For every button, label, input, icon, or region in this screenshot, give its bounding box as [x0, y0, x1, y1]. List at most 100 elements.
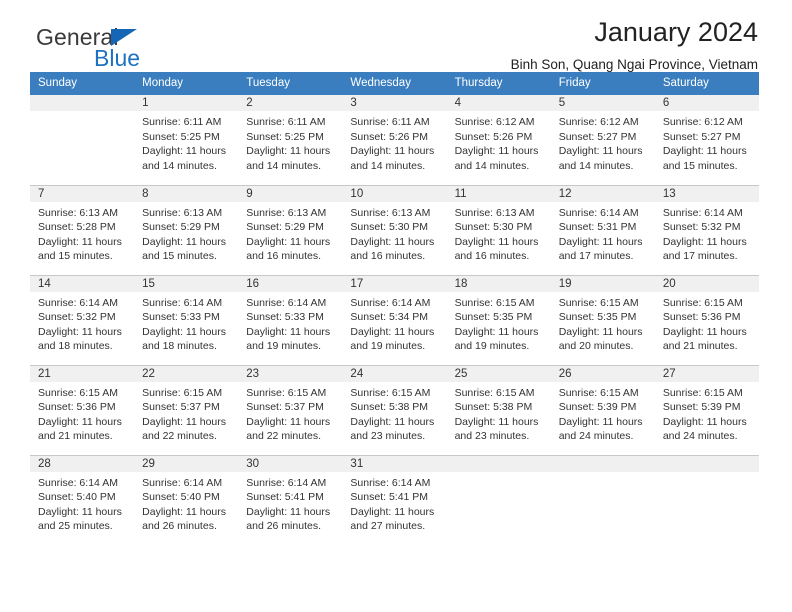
calendar-day-cell[interactable]: 19 Sunrise: 6:15 AM Sunset: 5:35 PM Dayligh…	[550, 275, 655, 366]
day-number: 20	[654, 275, 759, 292]
day-details: Sunrise: 6:15 AM Sunset: 5:36 PM Daylight:…	[655, 292, 759, 354]
daylight-duration-line1: Daylight: 11 hours	[350, 235, 435, 248]
sunset-time: Sunset: 5:41 PM	[350, 491, 429, 503]
calendar-day-cell[interactable]: 8 Sunrise: 6:13 AM Sunset: 5:29 PM Daylight…	[134, 185, 239, 276]
daylight-duration-line2: and 25 minutes.	[38, 520, 113, 532]
sunset-time: Sunset: 5:36 PM	[38, 401, 116, 413]
day-details: Sunrise: 6:14 AM Sunset: 5:33 PM Daylight:…	[238, 292, 342, 354]
calendar-day-cell[interactable]: 7 Sunrise: 6:13 AM Sunset: 5:28 PM Daylight…	[30, 185, 135, 276]
sunset-time: Sunset: 5:36 PM	[662, 311, 741, 323]
calendar-day-cell[interactable]: 13 Sunrise: 6:14 AM Sunset: 5:32 PM Dayligh…	[654, 185, 759, 276]
sunrise-time: Sunrise: 6:13 AM	[38, 206, 118, 219]
calendar-day-cell[interactable]: 28 Sunrise: 6:14 AM Sunset: 5:40 PM Dayligh…	[30, 455, 135, 545]
daylight-duration-line2: and 24 minutes.	[662, 430, 738, 442]
calendar-day-cell[interactable]: 6 Sunrise: 6:12 AM Sunset: 5:27 PM Daylight…	[654, 95, 759, 186]
daylight-duration-line1: Daylight: 11 hours	[662, 145, 747, 157]
daylight-duration-line1: Daylight: 11 hours	[246, 505, 331, 518]
daylight-duration-line2: and 20 minutes.	[558, 340, 634, 352]
day-number: 15	[134, 275, 239, 292]
calendar-day-cell[interactable]: 14 Sunrise: 6:14 AM Sunset: 5:32 PM Dayligh…	[30, 275, 135, 366]
daylight-duration-line1: Daylight: 11 hours	[38, 235, 122, 248]
day-number: 14	[30, 275, 135, 292]
day-details: Sunrise: 6:15 AM Sunset: 5:37 PM Daylight:…	[134, 382, 238, 444]
day-number: 10	[342, 185, 447, 202]
daylight-duration-line1: Daylight: 11 hours	[246, 415, 331, 428]
calendar-day-cell[interactable]: 16 Sunrise: 6:14 AM Sunset: 5:33 PM Dayligh…	[238, 275, 343, 366]
sunrise-time: Sunrise: 6:14 AM	[38, 296, 118, 309]
calendar-day-cell[interactable]: 3 Sunrise: 6:11 AM Sunset: 5:26 PM Daylight…	[342, 95, 447, 186]
day-number: 19	[550, 275, 655, 292]
daylight-duration-line2: and 14 minutes.	[142, 159, 217, 172]
sunset-time: Sunset: 5:41 PM	[246, 491, 324, 503]
day-details: Sunrise: 6:15 AM Sunset: 5:35 PM Daylight:…	[551, 292, 655, 354]
calendar-container: Sunday Monday Tuesday Wednesday Thursday…	[0, 72, 792, 545]
sunset-time: Sunset: 5:31 PM	[558, 221, 637, 233]
calendar-day-cell[interactable]: 27 Sunrise: 6:15 AM Sunset: 5:39 PM Dayligh…	[654, 365, 759, 456]
calendar-day-cell[interactable]: 10 Sunrise: 6:13 AM Sunset: 5:30 PM Dayligh…	[342, 185, 447, 276]
calendar-day-cell[interactable]: 22 Sunrise: 6:15 AM Sunset: 5:37 PM Dayligh…	[134, 365, 239, 456]
sunset-time: Sunset: 5:26 PM	[454, 130, 533, 143]
sunset-time: Sunset: 5:37 PM	[142, 401, 220, 413]
calendar-body: 1 Sunrise: 6:11 AM Sunset: 5:25 PM Daylight…	[30, 95, 759, 545]
sunset-time: Sunset: 5:27 PM	[558, 130, 637, 143]
calendar-day-cell[interactable]: 24 Sunrise: 6:15 AM Sunset: 5:38 PM Dayligh…	[342, 365, 447, 456]
triangle-icon	[111, 29, 137, 46]
calendar-day-cell[interactable]: 18 Sunrise: 6:15 AM Sunset: 5:35 PM Dayligh…	[446, 275, 551, 366]
page-subtitle: Binh Son, Quang Ngai Province, Vietnam	[510, 56, 758, 72]
daylight-duration-line1: Daylight: 11 hours	[662, 235, 747, 248]
day-number: 8	[134, 185, 239, 202]
calendar-day-cell[interactable]: 26 Sunrise: 6:15 AM Sunset: 5:39 PM Dayligh…	[550, 365, 655, 456]
calendar-day-cell[interactable]: 25 Sunrise: 6:15 AM Sunset: 5:38 PM Dayligh…	[446, 365, 551, 456]
day-details: Sunrise: 6:14 AM Sunset: 5:40 PM Daylight:…	[30, 472, 134, 534]
day-number: 27	[654, 365, 759, 382]
sunrise-time: Sunrise: 6:14 AM	[142, 296, 223, 309]
day-number: 3	[342, 95, 447, 111]
calendar-day-cell[interactable]: 20 Sunrise: 6:15 AM Sunset: 5:36 PM Dayligh…	[654, 275, 759, 366]
calendar-day-cell[interactable]: 30 Sunrise: 6:14 AM Sunset: 5:41 PM Dayligh…	[238, 455, 343, 545]
calendar-day-cell[interactable]: 15 Sunrise: 6:14 AM Sunset: 5:33 PM Dayligh…	[134, 275, 239, 366]
calendar-day-cell[interactable]: 29 Sunrise: 6:14 AM Sunset: 5:40 PM Dayligh…	[134, 455, 239, 545]
day-details: Sunrise: 6:13 AM Sunset: 5:30 PM Daylight:…	[342, 202, 446, 264]
sunrise-time: Sunrise: 6:13 AM	[246, 206, 327, 219]
day-details: Sunrise: 6:15 AM Sunset: 5:39 PM Daylight:…	[655, 382, 759, 444]
day-number: 1	[134, 95, 239, 111]
day-number: 13	[654, 185, 759, 202]
calendar-day-cell[interactable]: 17 Sunrise: 6:14 AM Sunset: 5:34 PM Dayligh…	[342, 275, 447, 366]
day-number: 29	[134, 455, 239, 472]
calendar-day-cell[interactable]: 21 Sunrise: 6:15 AM Sunset: 5:36 PM Dayligh…	[30, 365, 135, 456]
daylight-duration-line1: Daylight: 11 hours	[246, 235, 331, 248]
calendar-day-cell[interactable]: 11 Sunrise: 6:13 AM Sunset: 5:30 PM Dayligh…	[446, 185, 551, 276]
day-details: Sunrise: 6:14 AM Sunset: 5:32 PM Daylight:…	[30, 292, 134, 354]
daylight-duration-line1: Daylight: 11 hours	[142, 505, 226, 518]
day-number: 6	[654, 95, 759, 111]
calendar-day-cell[interactable]: 9 Sunrise: 6:13 AM Sunset: 5:29 PM Daylight…	[238, 185, 343, 276]
daylight-duration-line2: and 17 minutes.	[662, 250, 738, 262]
calendar-day-cell[interactable]: 5 Sunrise: 6:12 AM Sunset: 5:27 PM Daylight…	[550, 95, 655, 186]
sunrise-time: Sunrise: 6:12 AM	[662, 116, 743, 128]
sunrise-time: Sunrise: 6:12 AM	[558, 116, 639, 128]
calendar-day-cell[interactable]: 2 Sunrise: 6:11 AM Sunset: 5:25 PM Daylight…	[238, 95, 343, 186]
sunset-time: Sunset: 5:33 PM	[246, 311, 324, 323]
calendar-day-cell[interactable]: 23 Sunrise: 6:15 AM Sunset: 5:37 PM Dayligh…	[238, 365, 343, 456]
sunrise-time: Sunrise: 6:15 AM	[38, 386, 118, 399]
sunset-time: Sunset: 5:25 PM	[246, 130, 324, 143]
calendar-day-cell[interactable]: 31 Sunrise: 6:14 AM Sunset: 5:41 PM Dayligh…	[342, 455, 447, 545]
day-details: Sunrise: 6:14 AM Sunset: 5:32 PM Daylight:…	[655, 202, 759, 264]
day-details: Sunrise: 6:12 AM Sunset: 5:26 PM Daylight:…	[447, 111, 551, 173]
daylight-duration-line1: Daylight: 11 hours	[558, 415, 643, 428]
sunrise-time: Sunrise: 6:15 AM	[662, 296, 743, 309]
calendar-day-cell[interactable]: 12 Sunrise: 6:14 AM Sunset: 5:31 PM Dayligh…	[550, 185, 655, 276]
daylight-duration-line2: and 19 minutes.	[350, 340, 426, 352]
day-details: Sunrise: 6:13 AM Sunset: 5:30 PM Daylight:…	[447, 202, 551, 264]
day-number: 26	[550, 365, 655, 382]
day-details: Sunrise: 6:15 AM Sunset: 5:38 PM Daylight:…	[342, 382, 446, 444]
sunset-time: Sunset: 5:27 PM	[662, 130, 741, 143]
calendar-day-cell[interactable]: 1 Sunrise: 6:11 AM Sunset: 5:25 PM Daylight…	[134, 95, 239, 186]
day-details: Sunrise: 6:11 AM Sunset: 5:25 PM Daylight:…	[238, 111, 342, 173]
daylight-duration-line1: Daylight: 11 hours	[662, 415, 747, 428]
calendar-day-cell[interactable]: 4 Sunrise: 6:12 AM Sunset: 5:26 PM Daylight…	[446, 95, 551, 186]
sunrise-time: Sunrise: 6:15 AM	[350, 386, 431, 399]
page-header: General Blue January 2024 Binh Son, Quan…	[0, 0, 792, 72]
daylight-duration-line1: Daylight: 11 hours	[350, 325, 435, 338]
general-blue-logo[interactable]: General Blue	[32, 26, 242, 74]
